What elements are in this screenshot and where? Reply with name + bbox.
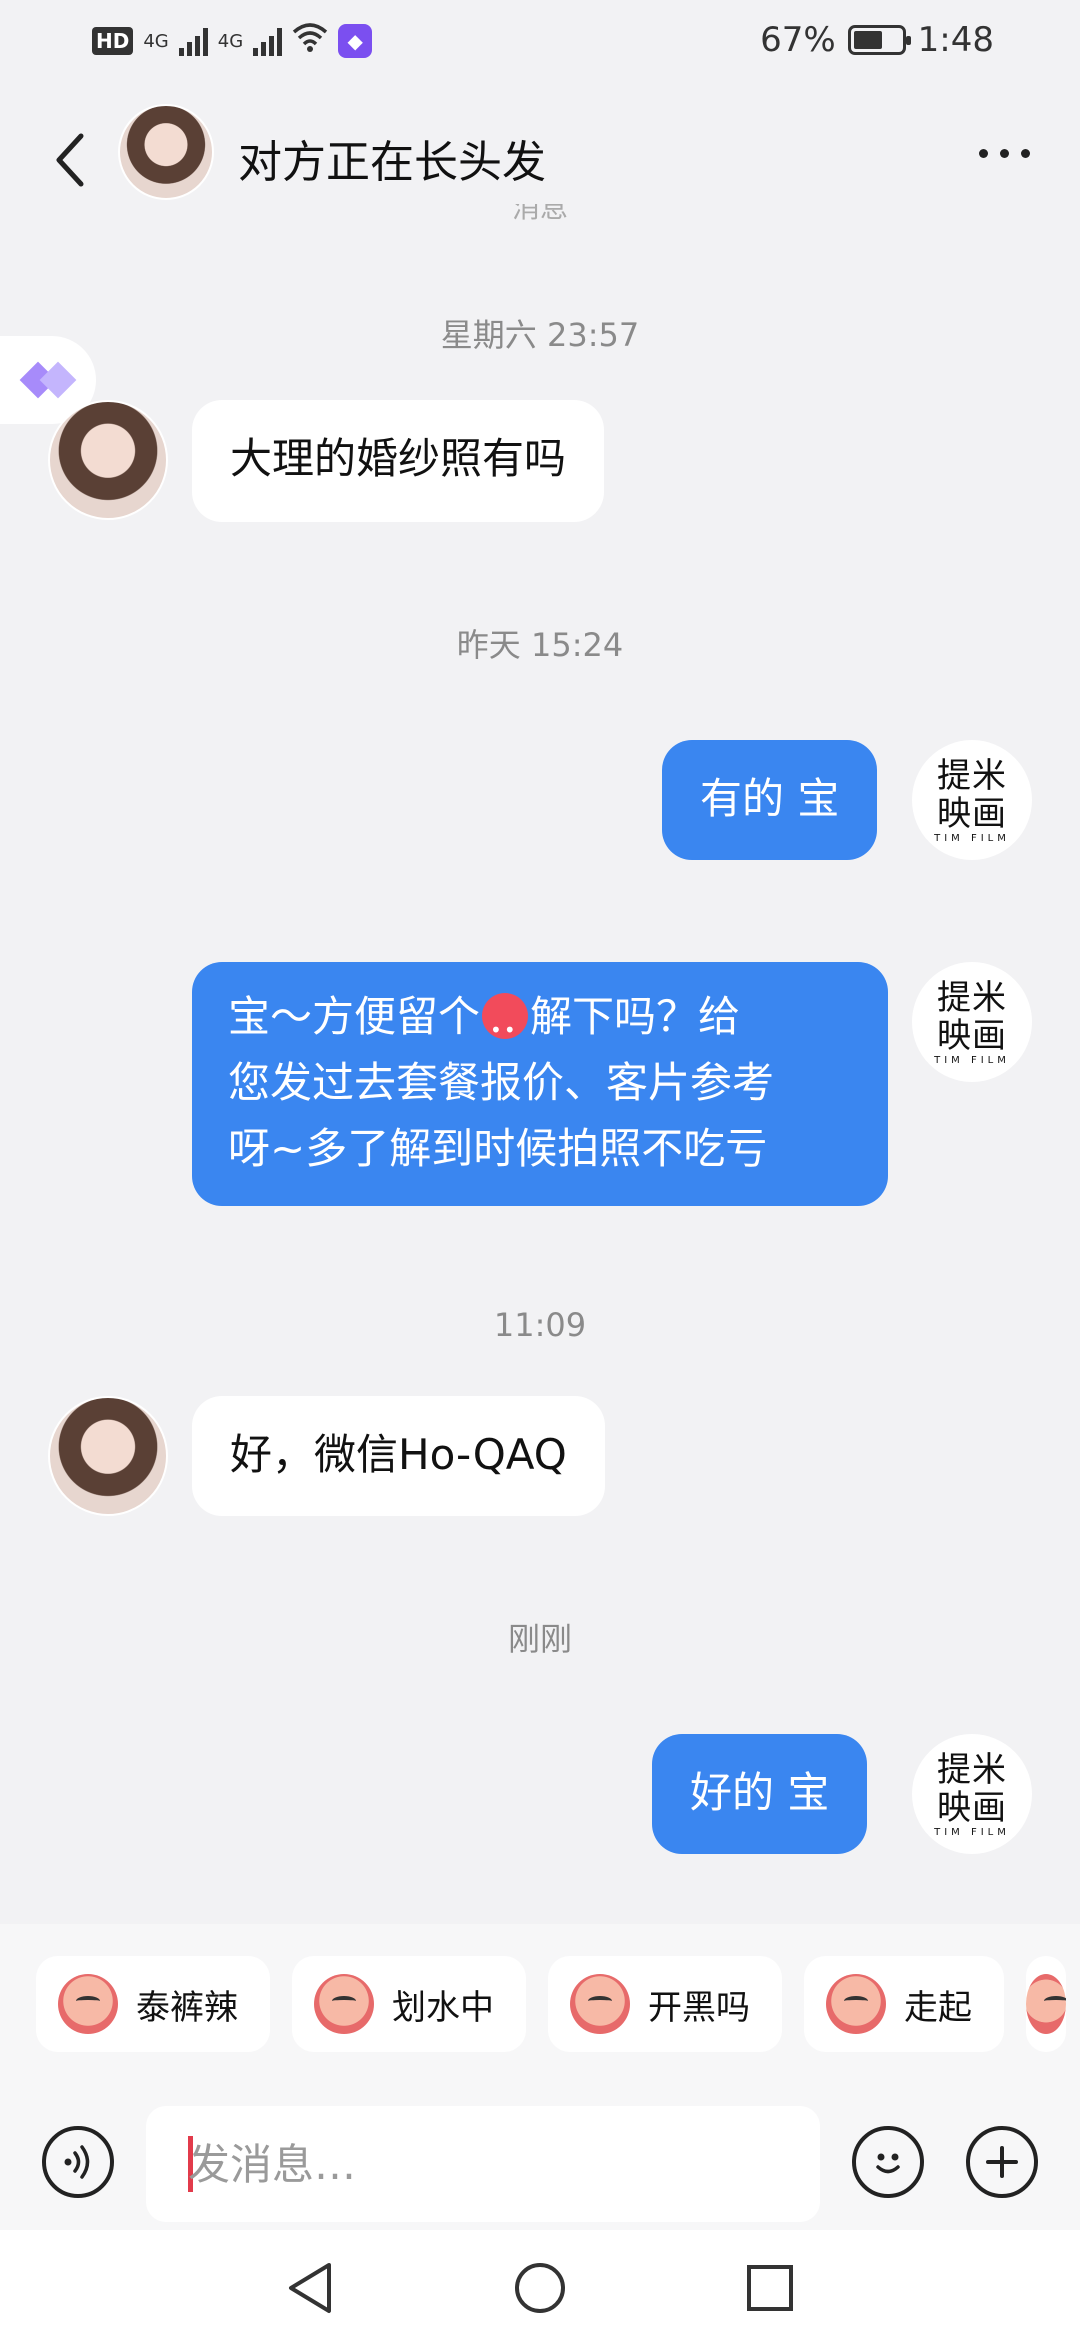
- battery-fill: [853, 31, 883, 49]
- incoming-message[interactable]: 好，微信Ho-QAQ: [192, 1396, 605, 1516]
- message-input-field[interactable]: [146, 2106, 820, 2222]
- sticker-face-icon: [1026, 1974, 1066, 2034]
- contact-avatar[interactable]: [48, 1396, 168, 1516]
- sticker-item[interactable]: 泰裤辣: [36, 1956, 270, 2052]
- sticker-face-icon: [826, 1974, 886, 2034]
- brand-logo-sub: TIM FILM: [934, 832, 1010, 844]
- sticker-label: 走起: [904, 1987, 972, 2028]
- message-line: 宝～方便留个解下吗？给: [228, 984, 852, 1063]
- add-button[interactable]: [966, 2126, 1038, 2198]
- sticker-row: 泰裤辣 划水中 开黑吗 走起: [36, 1956, 1066, 2052]
- sticker-item[interactable]: 开黑吗: [548, 1956, 782, 2052]
- square-recents-icon: [747, 2265, 793, 2311]
- more-button[interactable]: [964, 128, 1044, 178]
- sticker-item[interactable]: 划水中: [292, 1956, 526, 2052]
- sticker-item-partial[interactable]: [1026, 1956, 1066, 2052]
- chat-header: 对方正在长头发: [0, 84, 1080, 224]
- brand-avatar[interactable]: 提米 映画 TIM FILM: [912, 962, 1032, 1082]
- signal-icon-2: [253, 26, 283, 56]
- status-left: HD 4G 4G ◆: [92, 22, 373, 60]
- outgoing-message[interactable]: 好的 宝: [652, 1734, 868, 1854]
- brand-avatar[interactable]: 提米 映画 TIM FILM: [912, 1734, 1032, 1854]
- smiley-icon: [876, 2153, 900, 2174]
- sticker-face-icon: [570, 1974, 630, 2034]
- wifi-icon: [292, 22, 328, 60]
- message-input[interactable]: [188, 2132, 788, 2196]
- app-notification-icon: ◆: [338, 24, 373, 58]
- battery-percent: 67%: [760, 20, 836, 60]
- sticker-face-icon: [58, 1974, 118, 2034]
- more-dots-icon: [978, 148, 988, 158]
- message-line: 呀~多了解到时候拍照不吃亏: [228, 1124, 768, 1173]
- outgoing-message[interactable]: 宝～方便留个解下吗？给 您发过去套餐报价、客片参考 呀~多了解到时候拍照不吃亏: [192, 962, 888, 1206]
- sim2-type: 4G: [217, 30, 244, 52]
- status-right: 67% 1:48: [760, 20, 994, 60]
- sticker-item[interactable]: 走起: [804, 1956, 1004, 2052]
- nav-recents-button[interactable]: [740, 2258, 800, 2318]
- chevron-left-icon: [56, 133, 84, 187]
- voice-icon: [64, 2145, 90, 2179]
- message-line: 您发过去套餐报价、客片参考: [228, 1058, 775, 1107]
- sim1-type: 4G: [143, 30, 169, 52]
- message-timestamp: 星期六 23:57: [440, 316, 640, 354]
- message-timestamp: 昨天 15:24: [456, 626, 624, 664]
- signal-icon: [178, 26, 208, 56]
- incoming-message[interactable]: 大理的婚纱照有吗: [192, 400, 605, 522]
- brand-avatar[interactable]: 提米 映画 TIM FILM: [912, 740, 1032, 860]
- contact-avatar[interactable]: [48, 400, 168, 520]
- nav-home-button[interactable]: [510, 2258, 570, 2318]
- hd-badge: HD: [92, 27, 134, 55]
- sticker-label: 泰裤辣: [136, 1987, 238, 2028]
- brand-logo-line2: 映画: [937, 793, 1007, 834]
- status-bar: HD 4G 4G ◆ 67% 1:48: [0, 0, 1080, 84]
- sticker-suggestions: 泰裤辣 划水中 开黑吗 走起: [0, 1924, 1080, 2106]
- battery-icon: [847, 25, 911, 55]
- emoji-button[interactable]: [852, 2126, 924, 2198]
- input-bar: [0, 2106, 1080, 2230]
- brand-logo-line1: 提米: [937, 755, 1007, 796]
- chat-bubble-emoji-icon: [482, 993, 529, 1063]
- nav-back-button[interactable]: [280, 2258, 340, 2318]
- contact-avatar[interactable]: [118, 104, 214, 200]
- sticker-face-icon: [314, 1974, 374, 2034]
- voice-button[interactable]: [42, 2126, 114, 2198]
- circle-home-icon: [515, 2263, 565, 2313]
- message-timestamp: 11:09: [493, 1306, 587, 1344]
- triangle-back-icon: [289, 2263, 331, 2313]
- back-button[interactable]: [40, 120, 100, 200]
- plus-icon: [986, 2146, 1018, 2178]
- clipped-text: 消息: [511, 204, 568, 224]
- sticker-label: 开黑吗: [648, 1987, 750, 2028]
- outgoing-message[interactable]: 有的 宝: [662, 740, 878, 860]
- chat-title[interactable]: 对方正在长头发: [238, 126, 546, 190]
- sticker-label: 划水中: [392, 1987, 494, 2028]
- clock: 1:48: [917, 20, 994, 60]
- message-timestamp: 刚刚: [507, 1620, 572, 1658]
- system-nav-bar: [0, 2230, 1080, 2340]
- chat-screen: HD 4G 4G ◆ 67% 1:48 对方正在长头发 消息 星期六 23:57…: [0, 0, 1080, 2340]
